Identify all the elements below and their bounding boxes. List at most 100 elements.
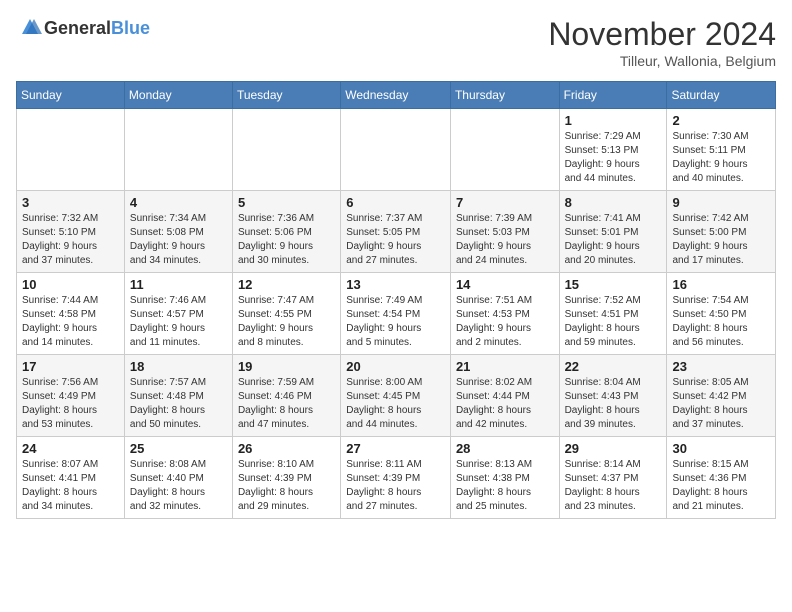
calendar-week-1: 3 Sunrise: 7:32 AM Sunset: 5:10 PM Daylig… [17,191,776,273]
day-number: 12 [238,277,335,292]
day-info: Sunrise: 7:32 AM Sunset: 5:10 PM Dayligh… [22,212,119,268]
calendar-cell: 29 Sunrise: 8:14 AM Sunset: 4:37 PM Dayli… [559,437,667,519]
day-number: 18 [130,359,227,374]
calendar-cell: 10 Sunrise: 7:44 AM Sunset: 4:58 PM Dayli… [17,273,125,355]
header-sunday: Sunday [17,82,125,109]
day-info: Sunrise: 8:02 AM Sunset: 4:44 PM Dayligh… [456,376,554,432]
calendar-cell: 25 Sunrise: 8:08 AM Sunset: 4:40 PM Dayli… [124,437,232,519]
day-number: 11 [130,277,227,292]
day-info: Sunrise: 7:37 AM Sunset: 5:05 PM Dayligh… [346,212,445,268]
header-thursday: Thursday [450,82,559,109]
calendar-cell: 19Sunrise: 7:59 AM Sunset: 4:46 PM Dayli… [232,355,340,437]
day-info: Sunrise: 7:49 AM Sunset: 4:54 PM Dayligh… [346,294,445,350]
day-number: 6 [346,195,445,210]
header-wednesday: Wednesday [341,82,451,109]
day-number: 8 [565,195,662,210]
calendar-cell: 21Sunrise: 8:02 AM Sunset: 4:44 PM Dayli… [450,355,559,437]
calendar-cell [17,109,125,191]
day-number: 7 [456,195,554,210]
calendar-cell: 27Sunrise: 8:11 AM Sunset: 4:39 PM Dayli… [341,437,451,519]
logo-general: General [44,18,111,38]
day-info: Sunrise: 8:05 AM Sunset: 4:42 PM Dayligh… [672,376,770,432]
day-info: Sunrise: 7:44 AM Sunset: 4:58 PM Dayligh… [22,294,119,350]
calendar-cell: 11 Sunrise: 7:46 AM Sunset: 4:57 PM Dayli… [124,273,232,355]
day-number: 30 [672,441,770,456]
header-monday: Monday [124,82,232,109]
calendar-cell: 12 Sunrise: 7:47 AM Sunset: 4:55 PM Dayli… [232,273,340,355]
day-number: 3 [22,195,119,210]
header-saturday: Saturday [667,82,776,109]
day-number: 28 [456,441,554,456]
month-title: November 2024 [548,16,776,53]
calendar-cell: 3 Sunrise: 7:32 AM Sunset: 5:10 PM Daylig… [17,191,125,273]
day-number: 4 [130,195,227,210]
calendar-table: Sunday Monday Tuesday Wednesday Thursday… [16,81,776,519]
day-number: 17 [22,359,119,374]
calendar-cell: 6 Sunrise: 7:37 AM Sunset: 5:05 PM Daylig… [341,191,451,273]
calendar-cell: 24Sunrise: 8:07 AM Sunset: 4:41 PM Dayli… [17,437,125,519]
day-info: Sunrise: 8:08 AM Sunset: 4:40 PM Dayligh… [130,458,227,514]
day-info: Sunrise: 7:42 AM Sunset: 5:00 PM Dayligh… [672,212,770,268]
calendar-cell: 2 Sunrise: 7:30 AM Sunset: 5:11 PM Daylig… [667,109,776,191]
day-number: 9 [672,195,770,210]
day-info: Sunrise: 8:10 AM Sunset: 4:39 PM Dayligh… [238,458,335,514]
calendar-cell: 7 Sunrise: 7:39 AM Sunset: 5:03 PM Daylig… [450,191,559,273]
day-info: Sunrise: 8:15 AM Sunset: 4:36 PM Dayligh… [672,458,770,514]
day-number: 26 [238,441,335,456]
calendar-cell: 22 Sunrise: 8:04 AM Sunset: 4:43 PM Dayli… [559,355,667,437]
day-number: 25 [130,441,227,456]
day-info: Sunrise: 8:13 AM Sunset: 4:38 PM Dayligh… [456,458,554,514]
day-info: Sunrise: 8:04 AM Sunset: 4:43 PM Dayligh… [565,376,662,432]
calendar-cell: 14 Sunrise: 7:51 AM Sunset: 4:53 PM Dayli… [450,273,559,355]
day-number: 5 [238,195,335,210]
day-info: Sunrise: 7:51 AM Sunset: 4:53 PM Dayligh… [456,294,554,350]
day-number: 22 [565,359,662,374]
calendar-cell: 13 Sunrise: 7:49 AM Sunset: 4:54 PM Dayli… [341,273,451,355]
day-number: 10 [22,277,119,292]
day-info: Sunrise: 7:30 AM Sunset: 5:11 PM Dayligh… [672,130,770,186]
location: Tilleur, Wallonia, Belgium [548,53,776,69]
day-info: Sunrise: 7:34 AM Sunset: 5:08 PM Dayligh… [130,212,227,268]
calendar-cell: 17 Sunrise: 7:56 AM Sunset: 4:49 PM Dayli… [17,355,125,437]
header-tuesday: Tuesday [232,82,340,109]
day-number: 15 [565,277,662,292]
calendar-cell: 15 Sunrise: 7:52 AM Sunset: 4:51 PM Dayli… [559,273,667,355]
day-number: 14 [456,277,554,292]
calendar-week-4: 24Sunrise: 8:07 AM Sunset: 4:41 PM Dayli… [17,437,776,519]
day-info: Sunrise: 8:14 AM Sunset: 4:37 PM Dayligh… [565,458,662,514]
day-info: Sunrise: 7:47 AM Sunset: 4:55 PM Dayligh… [238,294,335,350]
logo-icon [18,16,42,40]
day-number: 13 [346,277,445,292]
day-info: Sunrise: 7:56 AM Sunset: 4:49 PM Dayligh… [22,376,119,432]
day-info: Sunrise: 7:46 AM Sunset: 4:57 PM Dayligh… [130,294,227,350]
calendar-cell [124,109,232,191]
day-info: Sunrise: 7:36 AM Sunset: 5:06 PM Dayligh… [238,212,335,268]
day-info: Sunrise: 7:57 AM Sunset: 4:48 PM Dayligh… [130,376,227,432]
header-friday: Friday [559,82,667,109]
header: GeneralBlue November 2024 Tilleur, Wallo… [16,16,776,69]
calendar-header-row: Sunday Monday Tuesday Wednesday Thursday… [17,82,776,109]
day-info: Sunrise: 8:07 AM Sunset: 4:41 PM Dayligh… [22,458,119,514]
calendar-cell [232,109,340,191]
day-number: 19 [238,359,335,374]
day-number: 23 [672,359,770,374]
calendar-cell [450,109,559,191]
calendar-week-3: 17 Sunrise: 7:56 AM Sunset: 4:49 PM Dayli… [17,355,776,437]
calendar-cell: 16Sunrise: 7:54 AM Sunset: 4:50 PM Dayli… [667,273,776,355]
day-info: Sunrise: 8:00 AM Sunset: 4:45 PM Dayligh… [346,376,445,432]
day-info: Sunrise: 7:54 AM Sunset: 4:50 PM Dayligh… [672,294,770,350]
calendar-cell [341,109,451,191]
logo: GeneralBlue [16,16,150,40]
day-info: Sunrise: 7:52 AM Sunset: 4:51 PM Dayligh… [565,294,662,350]
calendar-cell: 26 Sunrise: 8:10 AM Sunset: 4:39 PM Dayli… [232,437,340,519]
day-info: Sunrise: 8:11 AM Sunset: 4:39 PM Dayligh… [346,458,445,514]
calendar-cell: 23 Sunrise: 8:05 AM Sunset: 4:42 PM Dayli… [667,355,776,437]
calendar-cell: 30 Sunrise: 8:15 AM Sunset: 4:36 PM Dayli… [667,437,776,519]
calendar-cell: 8Sunrise: 7:41 AM Sunset: 5:01 PM Daylig… [559,191,667,273]
calendar-week-2: 10 Sunrise: 7:44 AM Sunset: 4:58 PM Dayli… [17,273,776,355]
logo-blue: Blue [111,18,150,38]
day-info: Sunrise: 7:39 AM Sunset: 5:03 PM Dayligh… [456,212,554,268]
title-section: November 2024 Tilleur, Wallonia, Belgium [548,16,776,69]
day-number: 2 [672,113,770,128]
day-number: 29 [565,441,662,456]
